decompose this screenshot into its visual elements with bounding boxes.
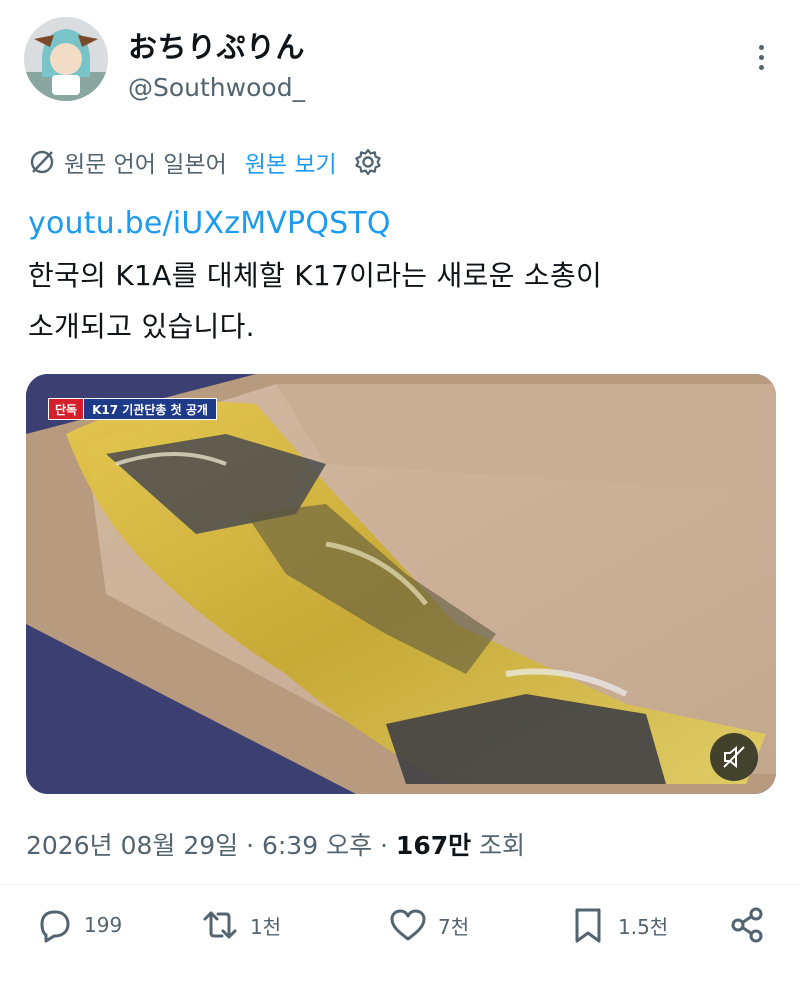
like-icon: [390, 909, 426, 941]
youtube-link[interactable]: youtu.be/iUXzMVPQSTQ: [28, 206, 391, 241]
bookmark-count: 1.5천: [618, 914, 669, 939]
news-caption-badge: 단독 K17 기관단총 첫 공개: [48, 398, 217, 420]
repost-button[interactable]: 1천: [200, 903, 281, 947]
like-count: 7천: [438, 914, 470, 939]
caption-tag: K17 기관단총 첫 공개: [84, 398, 217, 420]
tweet-text-line-1: 한국의 K1A를 대체할 K17이라는 새로운 소총이: [28, 259, 603, 292]
video-media[interactable]: 단독 K17 기관단총 첫 공개: [26, 374, 776, 794]
share-button[interactable]: [728, 903, 778, 947]
video-frame-illustration: [26, 374, 776, 794]
translation-row: 원문 언어 일본어 원본 보기: [28, 146, 383, 178]
reply-icon: [40, 910, 70, 943]
more-vertical-icon: [758, 45, 764, 50]
globe-strike-icon: [30, 150, 54, 174]
repost-icon: [203, 911, 237, 939]
display-name[interactable]: おちりぷりん: [128, 24, 305, 66]
reply-button[interactable]: 199: [34, 903, 122, 947]
mute-button[interactable]: [710, 733, 758, 781]
user-handle[interactable]: @Southwood_: [128, 73, 305, 102]
view-count: 167만: [395, 831, 472, 860]
exclusive-tag: 단독: [48, 398, 85, 420]
show-original-link[interactable]: 원본 보기: [245, 145, 337, 179]
bookmark-button[interactable]: 1.5천: [568, 903, 668, 947]
like-button[interactable]: 7천: [388, 903, 469, 947]
more-options-button[interactable]: [746, 42, 776, 78]
tweet-meta: 2026년 08월 29일 · 6:39 오후 · 167만 조회: [26, 826, 525, 862]
views-label: 조회: [471, 831, 526, 860]
tweet-text-line-2: 소개되고 있습니다.: [28, 310, 255, 343]
repost-count: 1천: [250, 914, 282, 939]
share-icon: [731, 907, 763, 943]
mute-icon: [723, 745, 745, 769]
avatar[interactable]: [24, 17, 108, 101]
bookmark-icon: [575, 908, 601, 943]
divider: [0, 884, 800, 885]
source-language-label: 원문 언어 일본어: [64, 152, 227, 178]
timestamp[interactable]: 2026년 08월 29일 · 6:39 오후 ·: [26, 831, 396, 860]
gear-icon[interactable]: [353, 147, 383, 177]
reply-count: 199: [84, 913, 123, 937]
